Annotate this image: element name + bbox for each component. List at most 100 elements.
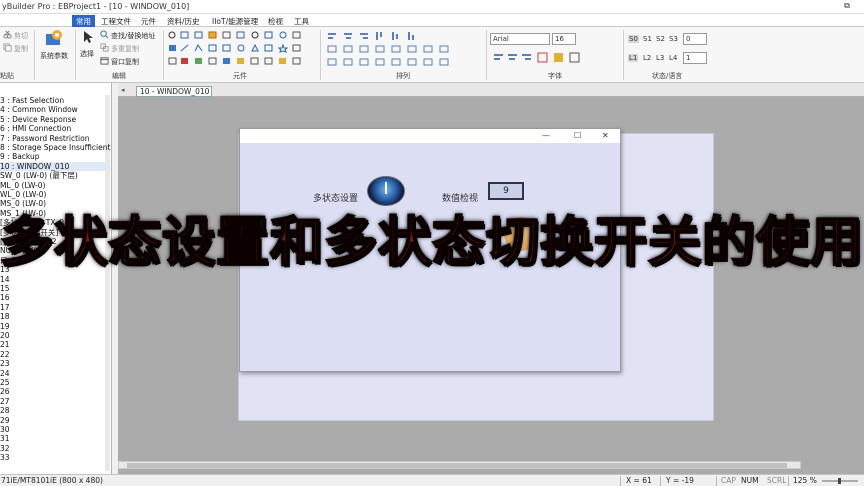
tree-item[interactable]: 8 : Storage Space Insufficient: [0, 143, 110, 152]
state-s0[interactable]: S0: [628, 35, 639, 43]
tab-data-history[interactable]: 资料/历史: [163, 15, 204, 27]
lang-l2[interactable]: L2: [643, 54, 651, 62]
tree-item[interactable]: 31: [0, 434, 10, 443]
tree-item[interactable]: 9 : Backup: [0, 152, 40, 161]
lang-l4[interactable]: L4: [669, 54, 677, 62]
tab-tools[interactable]: 工具: [290, 15, 313, 27]
copy-button[interactable]: 复制: [14, 44, 28, 54]
state-s2[interactable]: S2: [656, 35, 665, 43]
tree-item[interactable]: 24: [0, 369, 10, 378]
cut-icon[interactable]: [3, 30, 12, 39]
multi-state-label: 多状态设置: [313, 194, 359, 204]
tab-project-file[interactable]: 工程文件: [97, 15, 135, 27]
tree-item[interactable]: 33: [0, 453, 10, 462]
multi-copy-icon[interactable]: [100, 43, 109, 52]
zoom-slider[interactable]: [820, 477, 860, 485]
tree-item[interactable]: 5 : Device Response: [0, 115, 76, 124]
popup-close-button[interactable]: ✕: [602, 131, 609, 140]
tree-item[interactable]: ML_0 (LW-0): [0, 181, 46, 190]
popup-minimize-button[interactable]: —: [542, 131, 550, 140]
tree-item[interactable]: 16: [0, 293, 10, 302]
status-divider: [788, 476, 789, 486]
edit-group-label: 编辑: [112, 72, 126, 80]
tree-item[interactable]: 18: [0, 312, 10, 321]
system-params-button[interactable]: 系统参数: [40, 51, 68, 61]
tree-item[interactable]: 27: [0, 397, 10, 406]
tab-view[interactable]: 检视: [264, 15, 287, 27]
parts-gallery[interactable]: [167, 30, 317, 70]
state-number-input[interactable]: 0: [683, 33, 707, 45]
status-scrl: SCRL: [767, 476, 787, 485]
multi-copy-button[interactable]: 多重复制: [111, 44, 139, 54]
video-caption-overlay: 多状态设置和多状态切换开关的使用: [0, 211, 864, 274]
title-bar: yBuilder Pro : EBProject1 - [10 - WINDOW…: [0, 0, 864, 14]
state-lang-group-label: 状态/语言: [652, 72, 683, 80]
tree-item[interactable]: WL_0 (LW-0): [0, 190, 46, 199]
tree-item[interactable]: 4 : Common Window: [0, 105, 78, 114]
state-s3[interactable]: S3: [669, 35, 678, 43]
system-params-icon[interactable]: [44, 29, 64, 47]
numeric-display[interactable]: 9: [488, 182, 524, 200]
tree-item[interactable]: 17: [0, 303, 10, 312]
window-copy-icon[interactable]: [100, 56, 109, 65]
tree-item[interactable]: 15: [0, 284, 10, 293]
restore-button[interactable]: ⧉: [842, 1, 852, 11]
copy-icon[interactable]: [3, 43, 12, 52]
tab-window-010[interactable]: 10 - WINDOW_010: [136, 86, 212, 97]
font-size-select[interactable]: 16: [552, 33, 576, 45]
tree-item[interactable]: MS_0 (LW-0): [0, 199, 46, 208]
window-title: yBuilder Pro : EBProject1 - [10 - WINDOW…: [2, 2, 190, 11]
select-arrow-icon[interactable]: [82, 30, 94, 44]
popup-maximize-button[interactable]: ☐: [574, 131, 581, 140]
ribbon-separator: [75, 30, 76, 80]
find-replace-icon[interactable]: [100, 30, 109, 39]
popup-title-bar: — ☐ ✕: [240, 129, 620, 143]
status-divider: [660, 476, 661, 486]
tree-item[interactable]: 30: [0, 425, 10, 434]
tree-item[interactable]: 6 : HMI Connection: [0, 124, 71, 133]
tab-parts[interactable]: 元件: [137, 15, 160, 27]
tree-item[interactable]: 20: [0, 331, 10, 340]
tree-item[interactable]: 22: [0, 350, 10, 359]
tree-item[interactable]: 21: [0, 340, 10, 349]
status-divider: [620, 476, 621, 486]
tree-item[interactable]: 25: [0, 378, 10, 387]
tree-item[interactable]: 23: [0, 359, 10, 368]
hscroll-thumb[interactable]: [127, 463, 787, 468]
tree-item[interactable]: SW_0 (LW-0) (最下层): [0, 171, 78, 180]
state-s1[interactable]: S1: [643, 35, 652, 43]
lang-l1[interactable]: L1: [628, 54, 639, 62]
lang-l3[interactable]: L3: [656, 54, 664, 62]
tree-item[interactable]: 7 : Password Restriction: [0, 134, 89, 143]
ribbon: 剪切 复制 粘贴 系统参数 选择 查找/替换地址 多重复制 窗口复制 编辑 元件…: [0, 27, 864, 83]
font-group-label: 字体: [548, 72, 562, 80]
tree-item[interactable]: 29: [0, 416, 10, 425]
multi-state-knob[interactable]: [367, 176, 405, 206]
lang-number-input[interactable]: 1: [683, 52, 707, 64]
font-format-tools[interactable]: [492, 51, 612, 65]
canvas-hscrollbar[interactable]: [118, 461, 801, 469]
tree-item[interactable]: 10 : WINDOW_010: [0, 161, 110, 171]
ribbon-separator: [486, 30, 487, 80]
tree-item[interactable]: 28: [0, 406, 10, 415]
tree-item[interactable]: 3 : Fast Selection: [0, 96, 64, 105]
tab-common[interactable]: 常用: [72, 15, 95, 27]
window-copy-button[interactable]: 窗口复制: [111, 57, 139, 67]
tree-item[interactable]: 26: [0, 387, 10, 396]
tab-iiot[interactable]: IIoT/能源管理: [208, 15, 262, 27]
select-button[interactable]: 选择: [80, 49, 94, 59]
clipboard-group-label: 粘贴: [0, 72, 14, 80]
tab-scroll-left-icon[interactable]: ◂: [121, 86, 125, 94]
status-y: Y = -19: [666, 476, 694, 485]
cut-button[interactable]: 剪切: [14, 31, 28, 41]
tree-item[interactable]: 32: [0, 444, 10, 453]
status-model: 71iE/MT8101iE (800 x 480): [1, 476, 103, 485]
document-tab-bar: [118, 83, 864, 97]
arrange-tools[interactable]: [326, 30, 480, 70]
status-x: X = 61: [626, 476, 652, 485]
arrange-group-label: 排列: [396, 72, 410, 80]
ribbon-separator: [34, 30, 35, 80]
tree-item[interactable]: 19: [0, 322, 10, 331]
font-name-select[interactable]: Arial: [490, 33, 550, 45]
find-replace-button[interactable]: 查找/替换地址: [111, 31, 155, 41]
